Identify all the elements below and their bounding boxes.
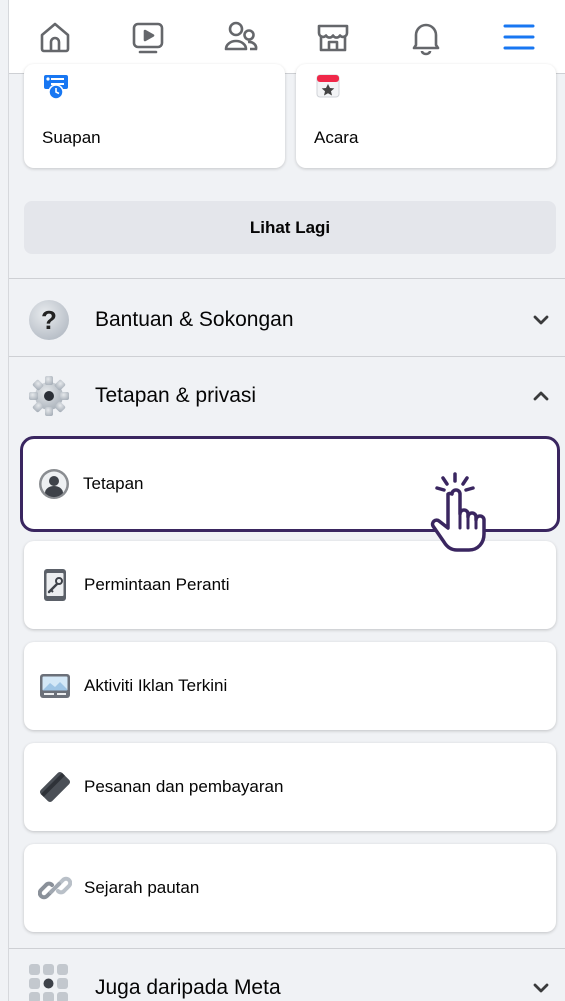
nav-marketplace[interactable]: [303, 7, 363, 67]
device-icon: [44, 569, 66, 601]
chevron-down-icon: [533, 315, 549, 325]
divider: [9, 356, 565, 357]
chevron-down-icon: [533, 983, 549, 993]
nav-home[interactable]: [25, 7, 85, 67]
menu-icon: [503, 24, 535, 49]
section-also-from-meta[interactable]: Juga daripada Meta: [9, 950, 565, 1001]
chevron-up-icon: [533, 391, 549, 401]
divider: [9, 278, 565, 279]
section-label: Juga daripada Meta: [95, 976, 281, 999]
nav-friends[interactable]: [211, 7, 271, 67]
menu-content: Suapan Acara Lihat Lagi ? Bantuan & Soko…: [9, 64, 565, 1001]
settings-item-label: Aktiviti Iklan Terkini: [84, 676, 228, 695]
settings-item-label: Permintaan Peranti: [84, 575, 230, 594]
feeds-icon: [44, 75, 68, 100]
section-settings-privacy[interactable]: Tetapan & privasi: [9, 358, 565, 434]
shortcut-label: Suapan: [42, 128, 101, 147]
section-label: Bantuan & Sokongan: [95, 308, 294, 331]
settings-item-label: Sejarah pautan: [84, 878, 200, 897]
settings-item-label: Tetapan: [83, 474, 144, 493]
marketplace-icon: [317, 24, 349, 51]
apps-grid-icon: [29, 964, 68, 1001]
settings-item-label: Pesanan dan pembayaran: [84, 777, 284, 796]
see-more-button[interactable]: Lihat Lagi: [24, 201, 556, 254]
section-label: Tetapan & privasi: [95, 384, 257, 407]
profile-icon: [39, 469, 69, 499]
events-icon: [316, 74, 340, 98]
nav-video[interactable]: [118, 7, 178, 67]
tag-icon: [39, 771, 71, 803]
friends-icon: [224, 21, 258, 50]
video-icon: [132, 22, 164, 53]
ad-icon: [40, 674, 70, 698]
settings-item-recent-ad-activity[interactable]: Aktiviti Iklan Terkini: [24, 642, 556, 730]
svg-text:?: ?: [41, 305, 57, 335]
gear-icon: [29, 376, 69, 416]
settings-item-orders-payments[interactable]: Pesanan dan pembayaran: [24, 743, 556, 831]
tap-pointer-icon: [430, 472, 486, 552]
shortcut-events[interactable]: Acara: [296, 64, 556, 168]
shortcut-feeds[interactable]: Suapan: [24, 64, 285, 168]
shortcut-label: Acara: [314, 128, 359, 147]
link-icon: [38, 876, 72, 900]
home-icon: [41, 22, 70, 52]
bell-icon: [412, 23, 440, 55]
settings-item-link-history[interactable]: Sejarah pautan: [24, 844, 556, 932]
nav-notifications[interactable]: [396, 7, 456, 67]
help-icon: ?: [29, 300, 69, 340]
nav-menu[interactable]: [489, 7, 549, 74]
top-navigation: [9, 0, 565, 74]
divider: [9, 948, 565, 949]
section-help[interactable]: ? Bantuan & Sokongan: [9, 282, 565, 358]
